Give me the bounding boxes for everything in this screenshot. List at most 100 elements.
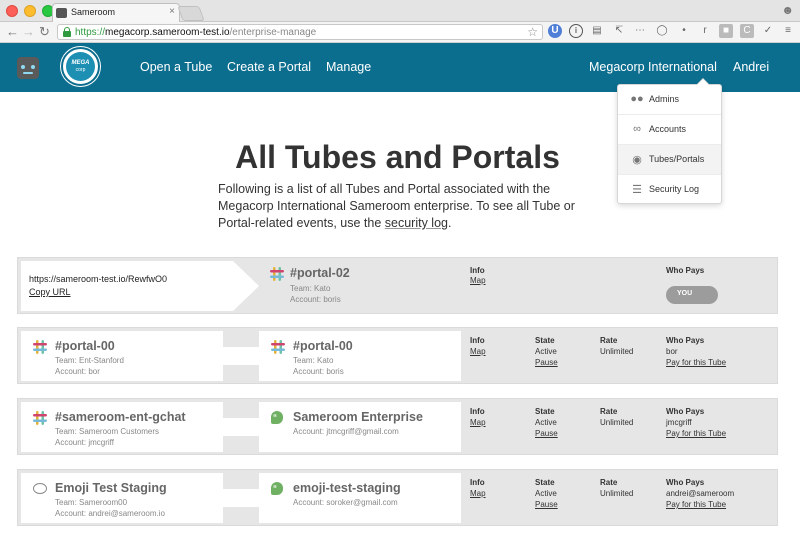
extension-arrow-icon[interactable]: ↸ [612, 24, 626, 38]
browser-titlebar: Sameroom × ☻ [0, 0, 800, 22]
extension-dots-icon[interactable]: ⋯ [633, 24, 647, 38]
shield-icon[interactable]: ◯ [655, 24, 669, 38]
extension-check-icon[interactable]: ✓ [761, 24, 775, 38]
nav-create-a-portal[interactable]: Create a Portal [227, 60, 311, 74]
dropdown-item-tubes-portals[interactable]: ◉ Tubes/Portals [618, 145, 721, 175]
state-value: Active [535, 489, 557, 498]
back-icon[interactable]: ← [6, 24, 19, 39]
extension-r-icon[interactable]: r [698, 24, 712, 38]
favicon-icon [56, 8, 67, 18]
tab-title: Sameroom [71, 7, 116, 17]
who-pays-header: Who Pays [666, 336, 705, 345]
nav-manage[interactable]: Manage [326, 60, 371, 74]
security-log-link[interactable]: security log [385, 216, 448, 230]
tube-left-name: #portal-00 [55, 339, 115, 353]
extension-c-icon[interactable]: C [740, 24, 754, 38]
extension-box-icon[interactable]: ■ [719, 24, 733, 38]
tube-right-account: Account: jtmcgriff@gmail.com [293, 427, 399, 436]
pause-link[interactable]: Pause [535, 429, 558, 438]
tube-right-card: “ Sameroom Enterprise Account: jtmcgriff… [259, 402, 461, 452]
profile-icon[interactable]: ☻ [781, 3, 794, 17]
slack-icon [33, 411, 47, 425]
tube-connector [223, 347, 259, 365]
tube-right-name: #portal-00 [293, 339, 353, 353]
tube-row: #portal-00 Team: Ent-Stanford Account: b… [17, 327, 778, 384]
tube-left-team: Team: Sameroom Customers [55, 427, 160, 436]
state-header: State [535, 336, 555, 345]
tube-left-account: Account: bor [55, 367, 100, 376]
extension-u-icon[interactable]: U [548, 24, 562, 38]
robot-icon[interactable] [17, 57, 39, 79]
tube-right-card: “ emoji-test-staging Account: soroker@gm… [259, 473, 461, 523]
megacorp-logo[interactable]: MEGA corp [61, 47, 100, 86]
tube-left-card: #portal-00 Team: Ent-Stanford Account: b… [21, 331, 223, 381]
users-icon: ●● [630, 93, 644, 105]
new-tab-button[interactable] [177, 6, 205, 21]
minimize-window-button[interactable] [24, 5, 36, 17]
rate-header: Rate [600, 478, 618, 487]
pause-link[interactable]: Pause [535, 500, 558, 509]
payer-value: jmcgriff [666, 418, 692, 427]
tab-close-icon[interactable]: × [169, 6, 175, 17]
state-header: State [535, 478, 555, 487]
pay-for-tube-link[interactable]: Pay for this Tube [666, 500, 726, 509]
dropdown-item-security-log[interactable]: ☰ Security Log [618, 175, 721, 205]
slack-icon [271, 340, 285, 354]
state-value: Active [535, 347, 557, 356]
map-link[interactable]: Map [470, 347, 486, 356]
nav-organization[interactable]: Megacorp International [589, 60, 717, 74]
rate-value: Unlimited [600, 347, 634, 356]
tube-left-team: Team: Sameroom00 [55, 498, 128, 507]
rate-value: Unlimited [600, 489, 634, 498]
who-pays-header: Who Pays [666, 266, 705, 275]
chat-bubble-icon [33, 483, 47, 494]
cast-icon[interactable]: ▤ [590, 24, 604, 38]
tube-right-card: #portal-00 Team: Kato Account: boris [259, 331, 461, 381]
manage-dropdown: ●● Admins ∞ Accounts ◉ Tubes/Portals ☰ S… [617, 78, 722, 205]
tube-right-account: Account: boris [293, 367, 344, 376]
nav-open-a-tube[interactable]: Open a Tube [140, 60, 212, 74]
lock-icon [63, 27, 71, 37]
map-link[interactable]: Map [470, 276, 486, 285]
close-window-button[interactable] [6, 5, 18, 17]
bookmark-star-icon[interactable]: ☆ [527, 25, 538, 39]
map-link[interactable]: Map [470, 489, 486, 498]
payer-value: bor [666, 347, 678, 356]
menu-icon[interactable]: ≡ [781, 24, 795, 38]
hangouts-icon: “ [271, 482, 283, 495]
tube-left-account: Account: andrei@sameroom.io [55, 509, 165, 518]
dropdown-item-accounts[interactable]: ∞ Accounts [618, 115, 721, 145]
info-header: Info [470, 478, 485, 487]
nav-user[interactable]: Andrei [733, 60, 769, 74]
tube-left-card: Emoji Test Staging Team: Sameroom00 Acco… [21, 473, 223, 523]
portal-account: Account: boris [290, 295, 341, 304]
who-pays-toggle[interactable]: YOU [666, 286, 718, 304]
pause-link[interactable]: Pause [535, 358, 558, 367]
browser-toolbar: ← → ↻ https://megacorp.sameroom-test.io/… [0, 22, 800, 43]
address-bar[interactable]: https://megacorp.sameroom-test.io/enterp… [57, 24, 543, 40]
copy-url-link[interactable]: Copy URL [29, 287, 71, 297]
portal-url: https://sameroom-test.io/RewfwO0 [29, 274, 168, 284]
pay-for-tube-link[interactable]: Pay for this Tube [666, 358, 726, 367]
extension-dot-icon[interactable]: • [677, 24, 691, 38]
forward-icon[interactable]: → [22, 24, 35, 39]
state-header: State [535, 407, 555, 416]
map-link[interactable]: Map [470, 418, 486, 427]
link-icon: ∞ [633, 123, 641, 135]
pay-for-tube-link[interactable]: Pay for this Tube [666, 429, 726, 438]
who-pays-header: Who Pays [666, 407, 705, 416]
browser-tab[interactable]: Sameroom × [52, 3, 180, 22]
reload-icon[interactable]: ↻ [39, 24, 50, 40]
url-text: https://megacorp.sameroom-test.io/enterp… [75, 27, 317, 38]
extension-info-icon[interactable]: i [569, 24, 583, 38]
database-icon: ☰ [632, 184, 642, 196]
tube-left-card: #sameroom-ent-gchat Team: Sameroom Custo… [21, 402, 223, 452]
payer-value: andrei@sameroom [666, 489, 735, 498]
tube-connector [223, 418, 259, 436]
dropdown-item-admins[interactable]: ●● Admins [618, 85, 721, 115]
info-header: Info [470, 336, 485, 345]
tube-right-name: emoji-test-staging [293, 481, 401, 495]
slack-icon [270, 267, 284, 281]
portal-row: https://sameroom-test.io/RewfwO0 Copy UR… [17, 257, 778, 314]
tube-left-team: Team: Ent-Stanford [55, 356, 124, 365]
